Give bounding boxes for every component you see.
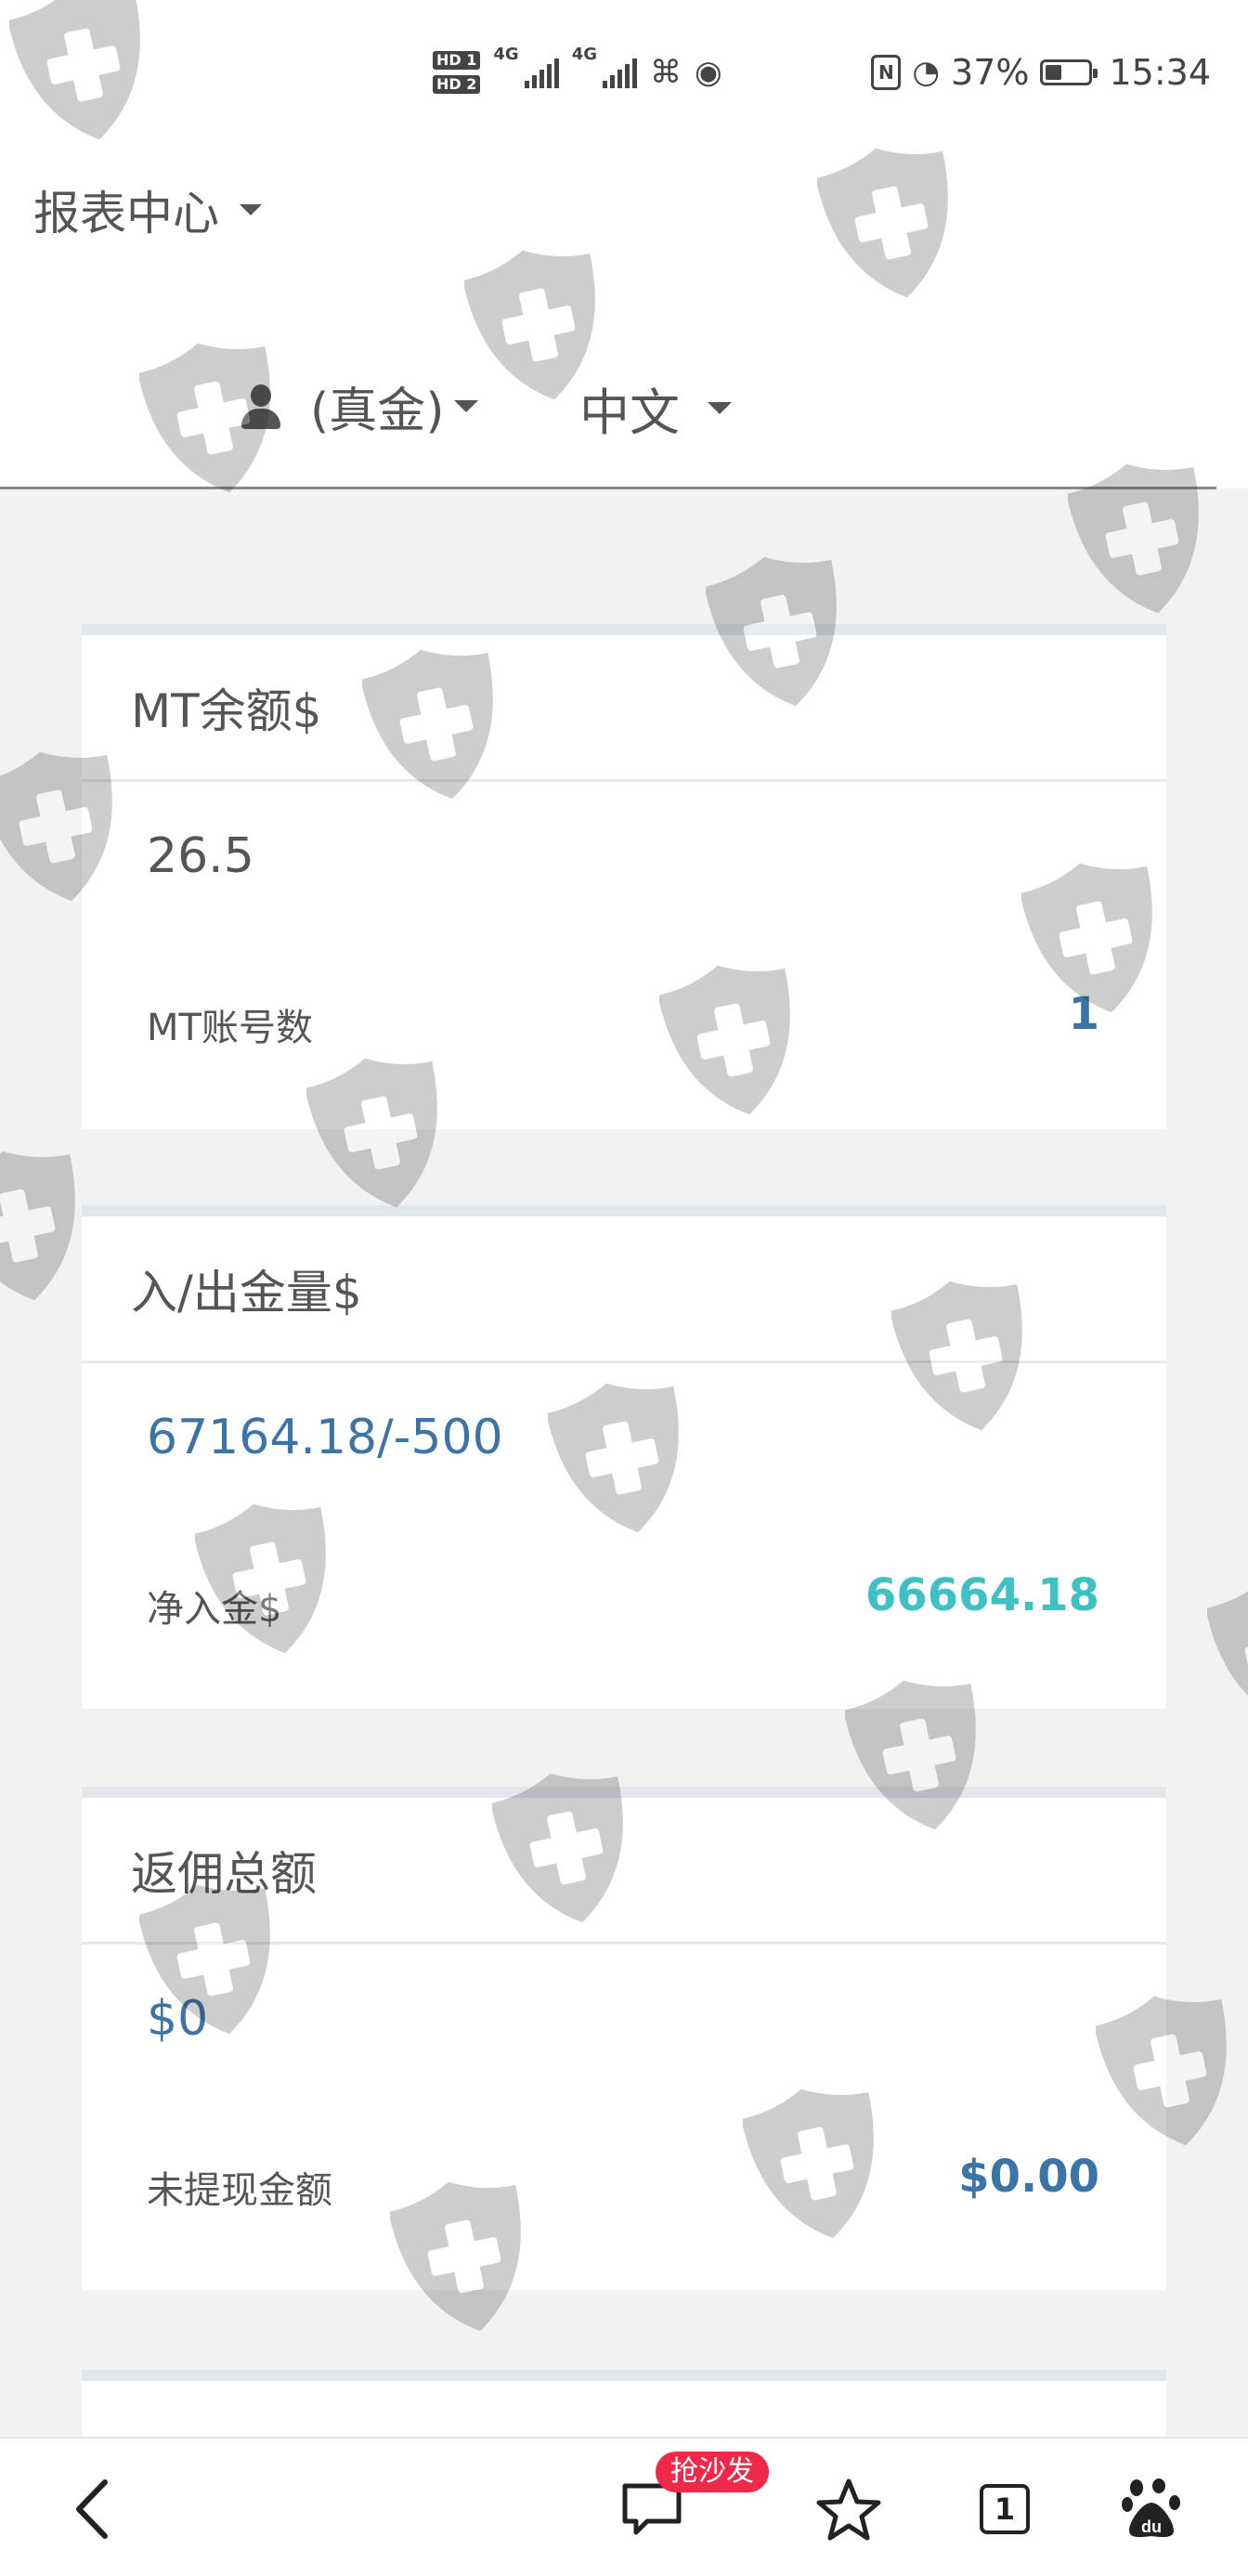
star-icon <box>816 2478 881 2541</box>
favorite-button[interactable] <box>810 2470 888 2548</box>
report-center-menu[interactable]: 报表中心 <box>33 176 262 243</box>
browser-bottom-bar: 抢沙发 1 du <box>0 2437 1248 2576</box>
tabs-icon: 1 <box>980 2484 1030 2534</box>
chevron-down-icon <box>240 204 262 215</box>
report-center-label: 报表中心 <box>33 187 219 241</box>
mt-account-count-label: MT账号数 <box>147 1007 313 1049</box>
mt-balance-value: 26.5 <box>147 828 254 884</box>
tabs-button[interactable]: 1 <box>966 2470 1044 2548</box>
mt-account-count-value: 1 <box>1068 988 1099 1040</box>
signal1-icon <box>524 57 559 88</box>
back-button[interactable] <box>54 2470 132 2548</box>
network-indicators: HD 1 HD 2 4G 4G ⌘ ◉ <box>433 45 722 100</box>
baidu-paw-icon: du <box>1122 2478 1180 2538</box>
account-type-label: (真金) <box>310 384 445 439</box>
chevron-down-icon <box>708 402 732 414</box>
vpn-globe-icon: ◉ <box>695 54 722 91</box>
net-deposit-label: 净入金$ <box>147 1588 282 1631</box>
net1-label: 4G <box>493 45 519 64</box>
hotspot-icon: ⌘ <box>650 54 682 91</box>
user-icon <box>240 384 282 429</box>
mt-balance-card: MT余额$ 26.5 MT账号数 1 <box>82 624 1166 1129</box>
unwithdrawn-value: $0.00 <box>958 2151 1099 2203</box>
net2-label: 4G <box>571 45 597 64</box>
shield-plus-icon <box>1207 1578 1248 1728</box>
nfc-icon: N <box>871 55 902 90</box>
chevron-down-icon <box>453 400 478 412</box>
rebate-total-card: 返佣总额 $0 未提现金额 $0.00 <box>82 1787 1166 2290</box>
deposit-withdraw-value: 67164.18/-500 <box>147 1410 503 1465</box>
back-icon <box>76 2479 108 2539</box>
baidu-button[interactable]: du <box>1112 2470 1190 2548</box>
battery-icon <box>1040 59 1098 85</box>
comment-badge: 抢沙发 <box>656 2452 769 2492</box>
sim1-hd-label: HD 1 <box>433 51 481 70</box>
rebate-total-value: $0 <box>147 1991 209 2047</box>
language-label: 中文 <box>579 384 680 442</box>
deposit-withdraw-card: 入/出金量$ 67164.18/-500 净入金$ 66664.18 <box>82 1205 1166 1709</box>
card-title: MT余额$ <box>82 635 1166 782</box>
sim2-hd-label: HD 2 <box>433 75 481 94</box>
svg-text:du: du <box>1141 2517 1162 2536</box>
account-menu[interactable]: (真金) <box>240 371 478 441</box>
card-title: 入/出金量$ <box>82 1216 1166 1363</box>
language-menu[interactable]: 中文 <box>579 371 732 445</box>
shield-plus-icon <box>0 1151 75 1301</box>
status-bar: HD 1 HD 2 4G 4G ⌘ ◉ N ◔ 37% 15:34 <box>0 0 1248 149</box>
speedometer-icon: ◔ <box>912 54 941 91</box>
clock: 15:34 <box>1109 52 1211 93</box>
card-title: 返佣总额 <box>82 1798 1166 1945</box>
unwithdrawn-label: 未提现金额 <box>147 2169 332 2212</box>
net-deposit-value: 66664.18 <box>864 1569 1099 1621</box>
signal2-icon <box>603 57 637 88</box>
battery-percent: 37% <box>951 52 1030 93</box>
next-card-partial <box>82 2370 1166 2437</box>
header-divider <box>0 487 1216 489</box>
